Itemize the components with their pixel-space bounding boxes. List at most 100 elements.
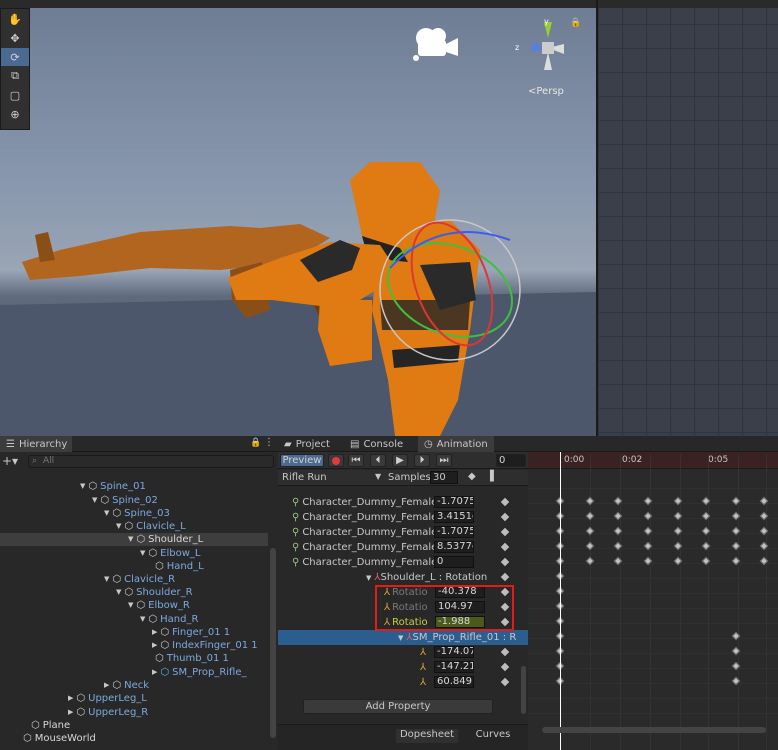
hierarchy-item[interactable]: ⬡ Thumb_01 1 [152,652,229,665]
time-ruler[interactable]: 0:00 0:02 0:05 [528,452,778,469]
hierarchy-item[interactable]: ▼ ⬡ Shoulder_R [116,586,193,599]
orientation-gizmo[interactable]: y z [512,17,576,82]
expand-arrow-icon[interactable]: ▼ [104,507,109,520]
expand-arrow-icon[interactable]: ▶ [104,679,109,692]
keyframe-icon[interactable] [500,647,510,657]
playhead[interactable] [560,452,561,750]
add-event-icon[interactable]: ▌ [490,471,498,482]
expand-arrow-icon[interactable]: ▶ [68,692,73,705]
first-key-button[interactable]: ⏮ [348,454,364,467]
expand-arrow-icon[interactable]: ▼ [366,574,371,582]
hierarchy-item[interactable]: ▼ ⬡ Spine_02 [92,494,158,507]
hierarchy-item[interactable]: ⬡ Hand_L [152,560,204,573]
rect-icon[interactable]: ▢ [1,86,29,104]
property-row[interactable]: ⚲Character_Dummy_Female_8.5377e [278,540,528,555]
tab-animation[interactable]: ◷ Animation [418,436,494,452]
scale-icon[interactable]: ⧉ [1,67,29,85]
lock-icon[interactable]: 🔒 [570,18,581,28]
property-value-field[interactable]: -1.7075 [434,496,474,508]
prev-key-button[interactable]: ⏴ [370,454,386,467]
add-property-button[interactable]: Add Property [303,699,493,714]
expand-arrow-icon[interactable]: ▼ [80,480,85,493]
expand-arrow-icon[interactable]: ▶ [68,706,73,719]
play-button[interactable]: ▶ [392,454,408,467]
hierarchy-item[interactable]: ▶ ⬡ Finger_01 1 [152,626,230,639]
persp-label[interactable]: <Persp [528,86,564,97]
next-key-button[interactable]: ⏵ [414,454,430,467]
rotation-value-field[interactable]: -174.07 [434,646,474,658]
expand-arrow-icon[interactable]: ▼ [128,533,133,546]
tab-hierarchy[interactable]: ☰ Hierarchy [0,436,72,452]
add-keyframe-icon[interactable]: ◆ [468,471,476,482]
timeline-scrollbar[interactable] [528,726,778,734]
tab-console[interactable]: ▤ Console [344,436,409,452]
expand-arrow-icon[interactable]: ▼ [128,599,133,612]
expand-arrow-icon[interactable]: ▼ [116,520,121,533]
tab-dopesheet[interactable]: Dopesheet [396,729,458,743]
last-key-button[interactable]: ⏭ [436,454,452,467]
hand-icon[interactable]: ✋ [1,10,29,28]
hierarchy-item[interactable]: ▼ ⬡ Hand_R [140,613,198,626]
lock-icon[interactable]: 🔒 [250,438,261,448]
rifle-rotation-group[interactable]: ▼ ⅄ SM_Prop_Rifle_01 : R [278,630,528,645]
rotation-value-field[interactable]: 60.849 [434,676,474,688]
tab-curves[interactable]: Curves [462,729,524,743]
hierarchy-item[interactable]: ▼ ⬡ Shoulder_L [0,533,268,546]
record-button[interactable] [328,454,344,467]
expand-arrow-icon[interactable]: ▼ [140,613,145,626]
menu-dots-icon[interactable]: ⋮ [264,437,274,448]
hierarchy-item[interactable]: ⬡ MouseWorld [20,732,96,745]
shoulder-rotation-group[interactable]: ▼ ⅄ Shoulder_L : Rotation [278,570,528,585]
preview-button[interactable]: Preview [280,454,324,467]
property-row[interactable]: ⚲ Character_Dummy_Female_ -1.7075 [278,495,528,510]
secondary-scene-view[interactable] [596,0,778,436]
expand-arrow-icon[interactable]: ▼ [140,547,145,560]
expand-arrow-icon[interactable]: ▶ [152,626,157,639]
expand-arrow-icon[interactable]: ▶ [152,666,157,679]
hierarchy-item[interactable]: ▶ ⬡ SM_Prop_Rifle_ [152,666,247,679]
keyframe-icon[interactable] [500,512,510,522]
dopesheet-timeline[interactable]: 0:00 0:02 0:05 [528,436,778,750]
rifle-rotation-row[interactable]: ⅄ -147.21 [278,660,528,675]
transform-icon[interactable]: ⊕ [1,105,29,123]
frame-input[interactable]: 0 [496,454,526,467]
expand-arrow-icon[interactable]: ▼ [104,573,109,586]
keyframe-icon[interactable] [500,542,510,552]
rotate-icon[interactable]: ⟳ [1,48,29,66]
hierarchy-item[interactable]: ▼ ⬡ Clavicle_R [104,573,175,586]
property-row[interactable]: ⚲ Character_Dummy_Female_ -1.7075 [278,525,528,540]
keyframe-icon[interactable] [500,572,510,582]
hierarchy-item[interactable]: ⬡ Plane [28,719,70,732]
expand-arrow-icon[interactable]: ▼ [116,586,121,599]
hierarchy-item[interactable]: ▶ ⬡ IndexFinger_01 1 [152,639,258,652]
property-row[interactable]: ⚲ Character_Dummy_Female_ 0 [278,555,528,570]
expand-arrow-icon[interactable]: ▶ [152,639,157,652]
rifle-rotation-row[interactable]: ⅄ -174.07 [278,645,528,660]
keyframe-icon[interactable] [500,662,510,672]
move-icon[interactable]: ✥ [1,29,29,47]
hierarchy-item[interactable]: ▼ ⬡ Spine_03 [104,507,170,520]
search-input[interactable]: ⌕ All [28,455,274,468]
expand-arrow-icon[interactable]: ▼ [92,494,97,507]
hierarchy-item[interactable]: ▼ ⬡ Clavicle_L [116,520,186,533]
keyframe-icon[interactable] [500,527,510,537]
rotation-value-field[interactable]: -147.21 [434,661,474,673]
keyframe-icon[interactable] [500,497,510,507]
property-value-field[interactable]: 3.4151e [434,511,474,523]
hierarchy-item[interactable]: ▼ ⬡ Elbow_L [140,547,200,560]
property-value-field[interactable]: 8.5377e [434,541,474,553]
hierarchy-item[interactable]: ▶ ⬡ UpperLeg_L [68,692,147,705]
keyframe-icon[interactable] [500,677,510,687]
scene-view[interactable] [0,0,596,436]
tab-project[interactable]: ▰ Project [278,436,336,452]
property-scrollbar[interactable] [521,666,526,714]
hierarchy-item[interactable]: ▼ ⬡ Spine_01 [80,480,146,493]
property-value-field[interactable]: -1.7075 [434,526,474,538]
hierarchy-item[interactable]: ▶ ⬡ Neck [104,679,149,692]
hierarchy-item[interactable]: ▼ ⬡ Elbow_R [128,599,190,612]
samples-input[interactable]: 30 [430,471,458,484]
add-button[interactable]: +▾ [2,454,18,468]
clip-select[interactable]: Rifle Run [282,472,327,483]
rifle-rotation-row[interactable]: ⅄ 60.849 [278,675,528,690]
expand-arrow-icon[interactable]: ▼ [398,634,403,642]
